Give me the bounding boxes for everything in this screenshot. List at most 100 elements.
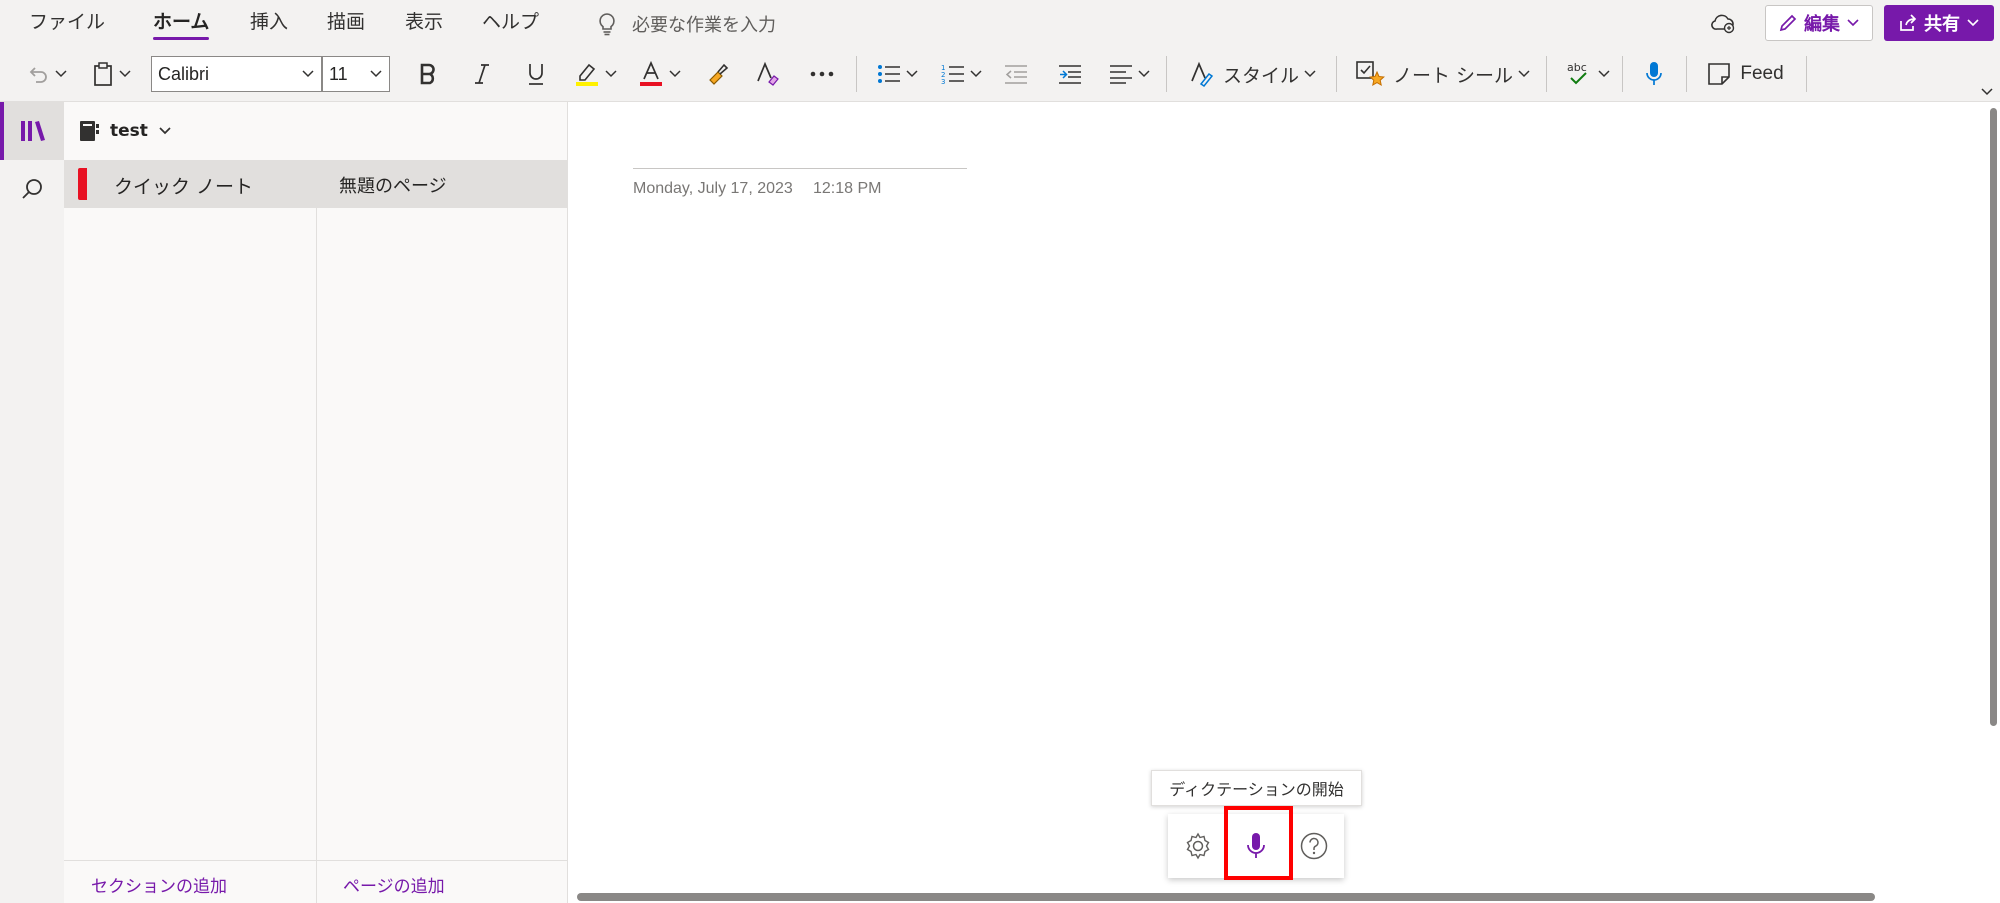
alignment-button[interactable] xyxy=(1104,52,1156,96)
search-rail-button[interactable] xyxy=(0,160,64,218)
sync-status[interactable] xyxy=(1710,12,1736,38)
clipboard-icon xyxy=(94,62,112,86)
toolbar-separator xyxy=(1686,56,1687,92)
font-color-icon xyxy=(640,61,662,86)
chevron-down-icon xyxy=(1967,19,1979,27)
navigation-pane: test クイック ノート 無題のページ セクションの追加 ページの追加 xyxy=(64,102,568,903)
section-page-divider xyxy=(316,160,317,903)
chevron-down-icon xyxy=(669,70,681,78)
page-item[interactable]: 無題のページ xyxy=(317,160,568,208)
nav-footer-divider xyxy=(64,860,568,861)
chevron-down-icon xyxy=(1981,88,1993,96)
toolbar-separator xyxy=(856,56,857,92)
numbering-button[interactable]: 123 xyxy=(936,52,988,96)
tab-insert[interactable]: 挿入 xyxy=(250,8,288,40)
section-label: クイック ノート xyxy=(114,176,254,198)
more-options-button[interactable] xyxy=(804,52,840,96)
notebook-name: test xyxy=(110,121,148,141)
chevron-down-icon xyxy=(970,70,982,78)
bold-button[interactable] xyxy=(408,52,448,96)
tab-file[interactable]: ファイル xyxy=(29,8,105,40)
more-icon xyxy=(810,71,834,77)
tab-home[interactable]: ホーム xyxy=(153,8,210,40)
chevron-down-icon xyxy=(370,70,382,78)
notebook-icon xyxy=(80,121,99,141)
chevron-down-icon xyxy=(119,70,131,78)
dictation-settings-button[interactable] xyxy=(1176,824,1220,868)
font-name-value: Calibri xyxy=(158,63,210,84)
notebooks-icon xyxy=(21,121,45,141)
section-item[interactable]: クイック ノート xyxy=(64,160,316,208)
page-title-line[interactable] xyxy=(633,168,967,169)
tell-me-placeholder: 必要な作業を入力 xyxy=(632,15,776,36)
dictation-tooltip: ディクテーションの開始 xyxy=(1151,770,1362,806)
clear-formatting-icon xyxy=(757,61,779,86)
font-name-dropdown[interactable]: Calibri xyxy=(151,56,322,92)
clear-formatting-button[interactable] xyxy=(750,52,786,96)
bullet-list-icon xyxy=(878,65,900,83)
left-rail xyxy=(0,102,64,903)
undo-icon xyxy=(29,67,47,83)
clipboard-button[interactable] xyxy=(86,52,138,96)
vertical-scrollbar[interactable] xyxy=(1990,108,1997,726)
toolbar-separator xyxy=(1622,56,1623,92)
chevron-down-icon xyxy=(159,127,171,135)
collapse-ribbon-button[interactable] xyxy=(1980,82,1994,101)
chevron-down-icon xyxy=(55,70,67,78)
page-time: 12:18 PM xyxy=(813,180,882,197)
edit-mode-button[interactable]: 編集 xyxy=(1765,5,1873,41)
feed-button[interactable]: Feed xyxy=(1700,52,1790,96)
highlighter-button[interactable] xyxy=(570,52,622,96)
bold-icon xyxy=(420,63,435,85)
pencil-icon xyxy=(1779,14,1797,32)
italic-button[interactable] xyxy=(462,52,502,96)
menu-bar: ファイル ホーム 挿入 描画 表示 ヘルプ 必要な作業を入力 編集 共有 xyxy=(0,0,2000,46)
horizontal-scrollbar[interactable] xyxy=(577,893,1875,901)
font-size-dropdown[interactable]: 11 xyxy=(322,56,390,92)
tag-star-icon xyxy=(1356,61,1385,86)
styles-button[interactable]: スタイル xyxy=(1182,52,1324,96)
share-button[interactable]: 共有 xyxy=(1884,5,1994,41)
cloud-sync-icon xyxy=(1711,14,1735,34)
decrease-indent-button[interactable] xyxy=(998,52,1034,96)
toolbar-separator xyxy=(1166,56,1167,92)
undo-button[interactable] xyxy=(20,52,74,96)
underline-icon xyxy=(529,64,543,85)
page-label: 無題のページ xyxy=(339,176,447,197)
note-tags-button[interactable]: ノート シール xyxy=(1350,52,1536,96)
tab-help[interactable]: ヘルプ xyxy=(482,8,539,40)
spelling-button[interactable]: abc xyxy=(1560,52,1616,96)
tab-view[interactable]: 表示 xyxy=(405,8,443,40)
increase-indent-icon xyxy=(1059,65,1081,84)
note-tags-label: ノート シール xyxy=(1392,64,1514,87)
add-section-link[interactable]: セクションの追加 xyxy=(91,872,227,897)
chevron-down-icon xyxy=(1138,70,1150,78)
gear-icon xyxy=(1186,832,1210,860)
underline-button[interactable] xyxy=(516,52,556,96)
font-color-button[interactable] xyxy=(634,52,686,96)
format-painter-icon xyxy=(709,63,729,85)
italic-icon xyxy=(475,64,489,84)
edit-label: 編集 xyxy=(1804,14,1840,35)
page-date: Monday, July 17, 2023 xyxy=(633,180,793,197)
chevron-down-icon xyxy=(1847,19,1859,27)
dictate-toolbar-button[interactable] xyxy=(1636,52,1672,96)
add-page-link[interactable]: ページの追加 xyxy=(343,872,445,897)
search-icon xyxy=(22,179,42,199)
dictation-help-button[interactable] xyxy=(1292,824,1336,868)
notebook-selector[interactable]: test xyxy=(64,102,568,160)
notebooks-rail-button[interactable] xyxy=(0,102,64,160)
chevron-down-icon xyxy=(1598,70,1610,78)
increase-indent-button[interactable] xyxy=(1052,52,1088,96)
tell-me-search[interactable]: 必要な作業を入力 xyxy=(596,8,776,40)
microphone-icon xyxy=(1646,62,1662,85)
ribbon-toolbar: Calibri 11 123 スタイル ノート シール abc Feed xyxy=(0,46,2000,102)
bullets-button[interactable] xyxy=(872,52,924,96)
format-painter-button[interactable] xyxy=(700,52,736,96)
help-icon xyxy=(1300,832,1328,860)
tab-draw[interactable]: 描画 xyxy=(327,8,365,40)
toolbar-separator xyxy=(1336,56,1337,92)
svg-text:3: 3 xyxy=(941,78,945,85)
chevron-down-icon xyxy=(1304,70,1316,78)
highlighter-icon xyxy=(576,63,598,86)
